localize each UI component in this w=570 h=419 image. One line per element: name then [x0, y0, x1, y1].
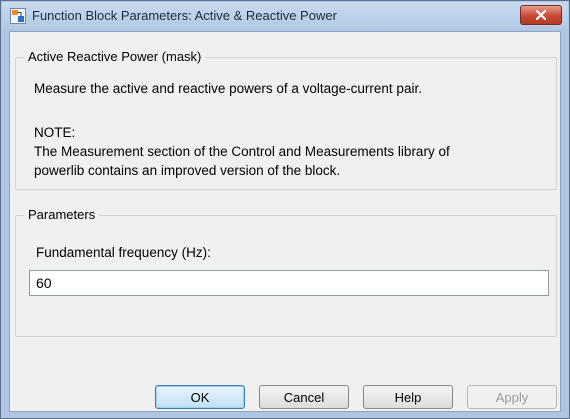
close-x-icon [535, 9, 547, 21]
dialog-window: Function Block Parameters: Active & Reac… [0, 0, 570, 419]
note-label: NOTE: [34, 125, 76, 140]
ok-button[interactable]: OK [155, 385, 245, 409]
dialog-client-area: Active Reactive Power (mask) Measure the… [9, 31, 561, 412]
parameters-group-title: Parameters [24, 207, 100, 222]
note-line-1: The Measurement section of the Control a… [34, 144, 450, 159]
mask-description: Measure the active and reactive powers o… [34, 81, 422, 96]
help-button[interactable]: Help [363, 385, 453, 409]
frequency-label: Fundamental frequency (Hz): [36, 245, 211, 260]
close-button[interactable] [520, 5, 562, 25]
apply-button[interactable]: Apply [467, 385, 557, 409]
frequency-input[interactable] [29, 270, 549, 296]
title-bar[interactable]: Function Block Parameters: Active & Reac… [2, 2, 568, 30]
window-title: Function Block Parameters: Active & Reac… [32, 8, 337, 23]
simulink-block-icon [10, 8, 26, 24]
mask-group-title: Active Reactive Power (mask) [24, 49, 206, 64]
cancel-button[interactable]: Cancel [259, 385, 349, 409]
note-line-2: powerlib contains an improved version of… [34, 163, 341, 178]
